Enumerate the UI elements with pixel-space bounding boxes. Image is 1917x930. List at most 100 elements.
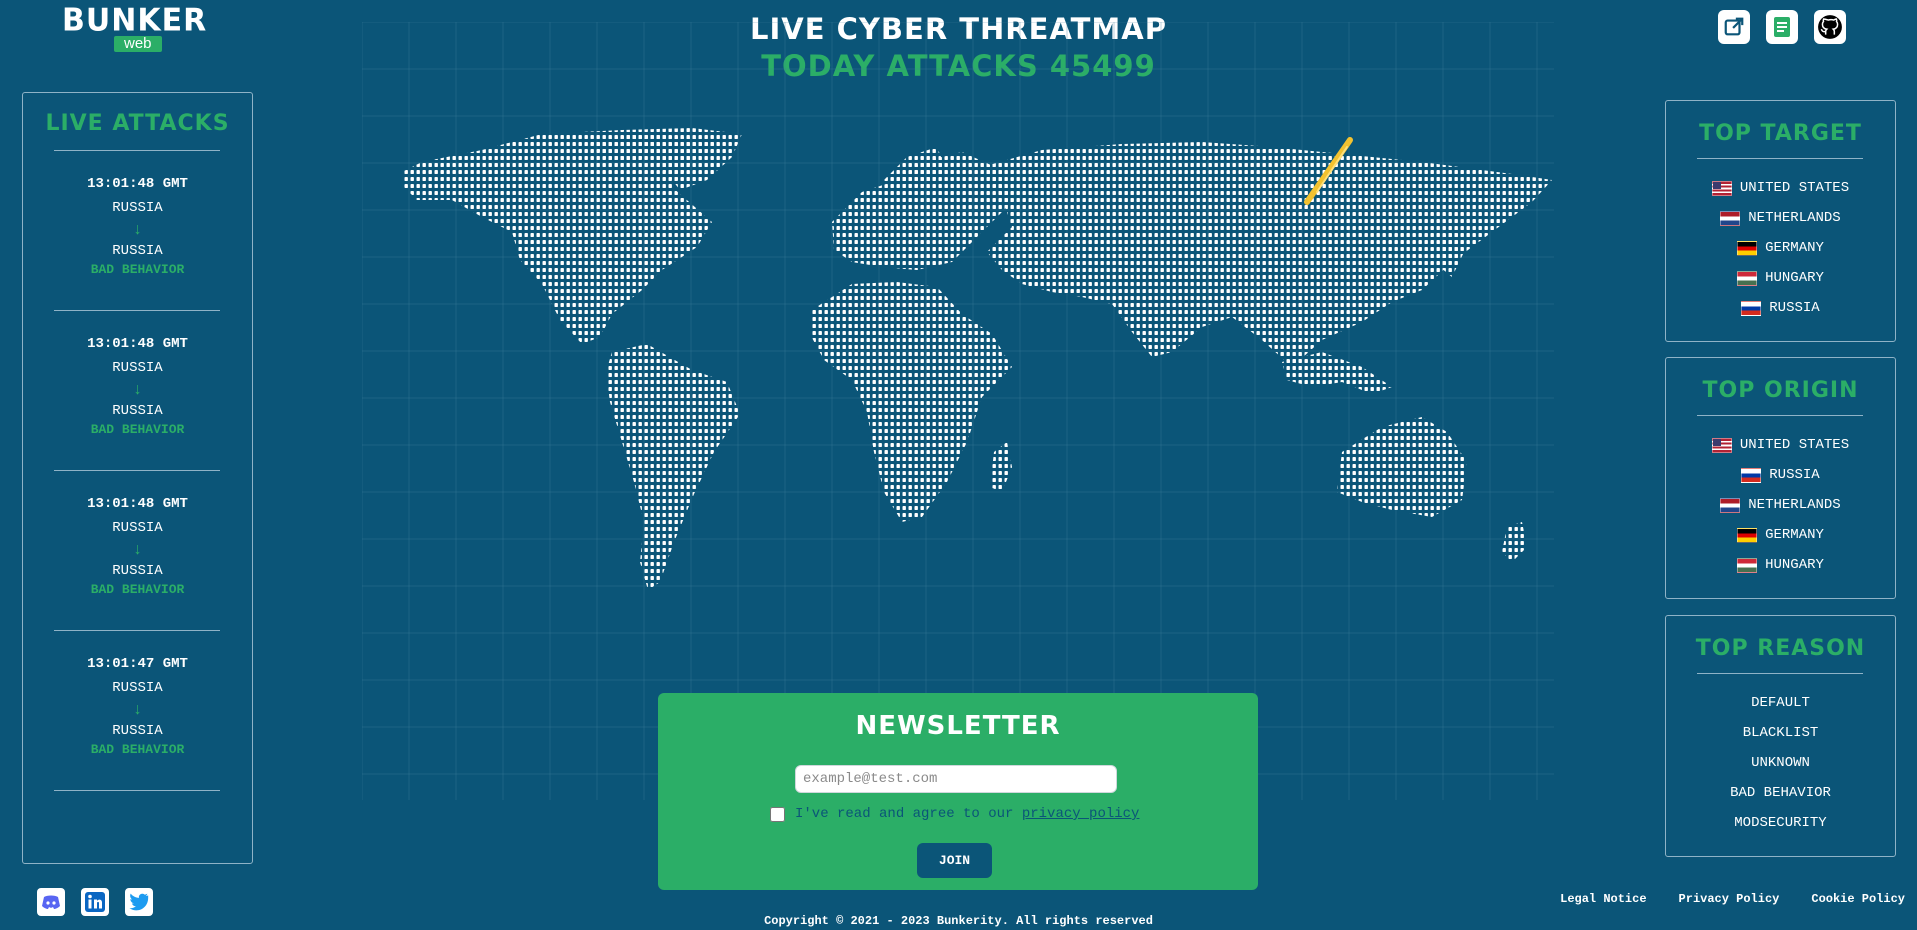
list-item: UNKNOWN — [1751, 755, 1810, 771]
arrow-down-icon: ↓ — [132, 701, 143, 719]
country-name: HUNGARY — [1765, 557, 1824, 573]
divider — [54, 630, 220, 631]
top-icon-bar — [1718, 10, 1846, 44]
attack-reason: BAD BEHAVIOR — [90, 742, 185, 757]
ru-flag-icon — [1741, 467, 1762, 483]
us-flag-icon — [1711, 180, 1732, 196]
email-input[interactable] — [795, 765, 1117, 793]
attack-target: RUSSIA — [112, 563, 163, 579]
world-map — [361, 21, 1554, 800]
list-item: BLACKLIST — [1742, 725, 1819, 741]
country-name: UNITED STATES — [1739, 180, 1850, 196]
list-item: RUSSIA — [1666, 293, 1895, 323]
list-item: RUSSIA — [1666, 460, 1895, 490]
de-flag-icon — [1737, 527, 1758, 543]
de-flag-icon — [1737, 240, 1758, 256]
top-target-list: UNITED STATES NETHERLANDS GERMANY HUNGAR… — [1666, 173, 1895, 323]
attack-reason: BAD BEHAVIOR — [90, 422, 185, 437]
consent-row: I've read and agree to our privacy polic… — [770, 806, 1139, 822]
privacy-policy-footer-link[interactable]: Privacy Policy — [1679, 892, 1780, 906]
top-origin-list: UNITED STATES RUSSIA NETHERLANDS GERMANY… — [1666, 430, 1895, 580]
continents — [402, 128, 1552, 590]
australia — [1337, 417, 1467, 517]
divider — [1697, 673, 1863, 674]
threat-map — [361, 21, 1554, 800]
attack-time: 13:01:48 GMT — [87, 336, 188, 352]
divider — [1697, 415, 1863, 416]
list-item: NETHERLANDS — [1666, 203, 1895, 233]
footer-links: Legal Notice Privacy Policy Cookie Polic… — [1560, 892, 1905, 906]
github-icon[interactable] — [1814, 10, 1846, 44]
live-attack-item: 13:01:48 GMT RUSSIA ↓ RUSSIA BAD BEHAVIO… — [23, 495, 252, 598]
africa — [810, 282, 1012, 522]
attack-time: 13:01:47 GMT — [87, 656, 188, 672]
top-target-panel: TOP TARGET UNITED STATES NETHERLANDS GER… — [1665, 100, 1896, 342]
hu-flag-icon — [1737, 557, 1758, 573]
list-item: BAD BEHAVIOR — [1730, 785, 1831, 801]
divider — [54, 310, 220, 311]
arrow-down-icon: ↓ — [132, 221, 143, 239]
live-attacks-panel: LIVE ATTACKS 13:01:48 GMT RUSSIA ↓ RUSSI… — [22, 92, 253, 864]
top-origin-title: TOP ORIGIN — [1702, 378, 1859, 403]
list-item: UNITED STATES — [1666, 173, 1895, 203]
top-target-title: TOP TARGET — [1699, 121, 1862, 146]
legal-notice-link[interactable]: Legal Notice — [1560, 892, 1646, 906]
country-name: RUSSIA — [1769, 467, 1820, 483]
list-item: HUNGARY — [1666, 263, 1895, 293]
consent-text: I've read and agree to our — [795, 806, 1014, 822]
country-name: GERMANY — [1765, 527, 1824, 543]
newsletter-card: NEWSLETTER I've read and agree to our pr… — [658, 693, 1258, 890]
list-item: UNITED STATES — [1666, 430, 1895, 460]
attack-target: RUSSIA — [112, 403, 163, 419]
attack-origin: RUSSIA — [112, 520, 163, 536]
join-button[interactable]: JOIN — [917, 843, 992, 878]
arrow-down-icon: ↓ — [132, 541, 143, 559]
top-reason-panel: TOP REASON DEFAULT BLACKLIST UNKNOWN BAD… — [1665, 615, 1896, 857]
country-name: NETHERLANDS — [1748, 210, 1841, 226]
divider — [54, 470, 220, 471]
country-name: NETHERLANDS — [1748, 497, 1841, 513]
attack-reason: BAD BEHAVIOR — [90, 582, 185, 597]
attack-target: RUSSIA — [112, 243, 163, 259]
us-flag-icon — [1711, 437, 1732, 453]
madagascar — [990, 442, 1012, 492]
list-item: GERMANY — [1666, 233, 1895, 263]
hu-flag-icon — [1737, 270, 1758, 286]
attack-time: 13:01:48 GMT — [87, 496, 188, 512]
external-link-icon[interactable] — [1718, 10, 1750, 44]
country-name: UNITED STATES — [1739, 437, 1850, 453]
country-name: HUNGARY — [1765, 270, 1824, 286]
newsletter-title: NEWSLETTER — [855, 711, 1061, 741]
nl-flag-icon — [1720, 497, 1741, 513]
divider — [54, 150, 220, 151]
copyright-text: Copyright © 2021 - 2023 Bunkerity. All r… — [764, 914, 1153, 928]
live-attack-item: 13:01:48 GMT RUSSIA ↓ RUSSIA BAD BEHAVIO… — [23, 335, 252, 438]
ru-flag-icon — [1741, 300, 1762, 316]
new-zealand — [1502, 522, 1527, 562]
list-item: GERMANY — [1666, 520, 1895, 550]
docs-icon[interactable] — [1766, 10, 1798, 44]
top-reason-list: DEFAULT BLACKLIST UNKNOWN BAD BEHAVIOR M… — [1666, 688, 1895, 838]
top-reason-title: TOP REASON — [1695, 636, 1866, 661]
discord-icon[interactable] — [37, 888, 65, 916]
list-item: MODSECURITY — [1734, 815, 1827, 831]
consent-label: I've read and agree to our privacy polic… — [795, 806, 1139, 822]
social-links — [37, 888, 153, 916]
attack-origin: RUSSIA — [112, 680, 163, 696]
list-item: HUNGARY — [1666, 550, 1895, 580]
privacy-policy-link[interactable]: privacy policy — [1022, 806, 1140, 822]
south-america — [606, 344, 740, 590]
attack-origin: RUSSIA — [112, 200, 163, 216]
cookie-policy-link[interactable]: Cookie Policy — [1811, 892, 1905, 906]
live-attack-item: 13:01:47 GMT RUSSIA ↓ RUSSIA BAD BEHAVIO… — [23, 655, 252, 758]
divider — [54, 790, 220, 791]
southeast-asia — [1282, 352, 1392, 394]
twitter-icon[interactable] — [125, 888, 153, 916]
top-origin-panel: TOP ORIGIN UNITED STATES RUSSIA NETHERLA… — [1665, 357, 1896, 599]
live-attacks-title: LIVE ATTACKS — [45, 111, 230, 136]
list-item: DEFAULT — [1751, 695, 1810, 711]
arrow-down-icon: ↓ — [132, 381, 143, 399]
consent-checkbox[interactable] — [770, 806, 785, 822]
attack-time: 13:01:48 GMT — [87, 176, 188, 192]
linkedin-icon[interactable] — [81, 888, 109, 916]
